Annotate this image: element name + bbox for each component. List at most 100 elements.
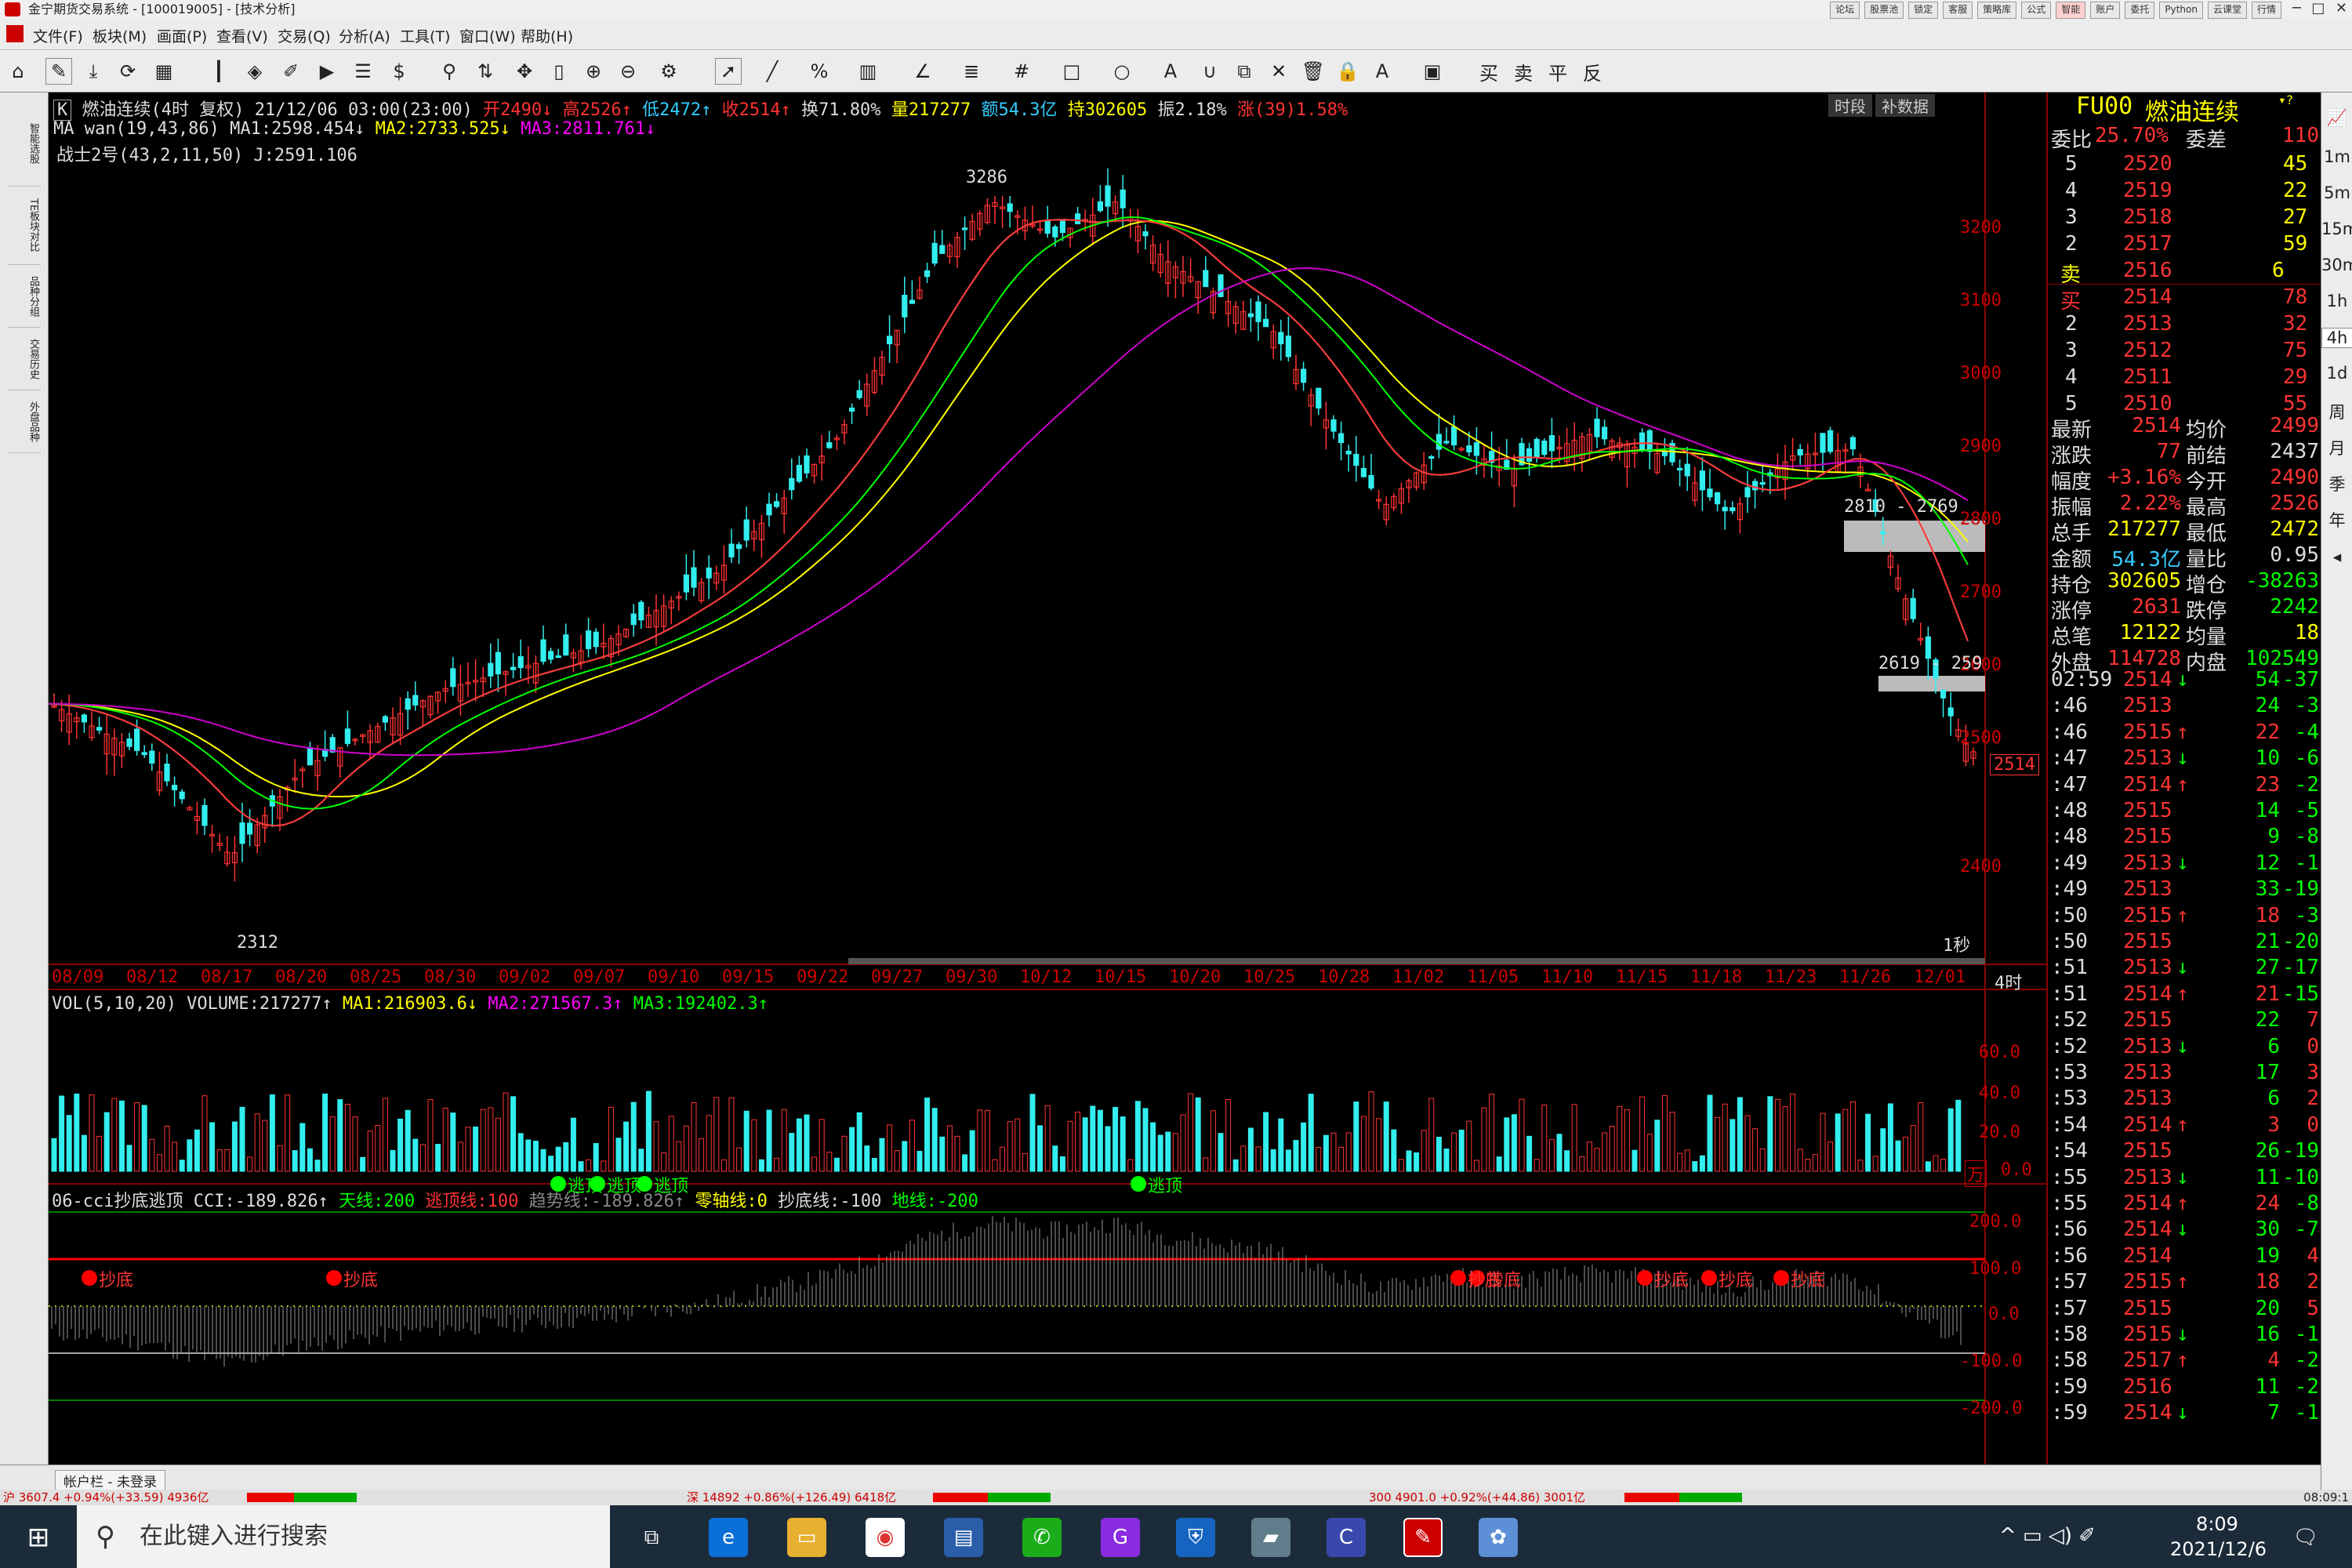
menu-app-icon[interactable] [6,25,24,42]
minimize-icon[interactable]: ─ [2292,0,2301,19]
reverse-icon[interactable]: 反 [1579,58,1606,85]
period-year[interactable]: 年 [2321,508,2352,532]
menu-view[interactable]: 查看(V) [216,25,268,46]
notes-app-icon[interactable]: ▰ [1251,1518,1290,1557]
menu-tools[interactable]: 工具(T) [400,25,450,46]
edge-icon[interactable]: e [709,1518,748,1557]
fib-icon[interactable]: ≣ [958,58,985,85]
bar-icon[interactable]: ▯ [546,58,572,85]
trash-icon[interactable]: 🗑 [1300,58,1327,85]
left-tab-smart-pick[interactable]: 智能选股 [8,100,41,187]
close-position-icon[interactable]: 平 [1544,58,1571,85]
strategy-button[interactable]: 策略库 [1977,2,2017,19]
line-tool-icon[interactable]: ╱ [759,58,786,85]
taskbar-clock[interactable]: 8:09 2021/12/6 [2170,1512,2267,1562]
zoom-in-icon[interactable]: ⊕ [580,58,607,85]
chart-area[interactable]: K 燃油连续(4时 复权) 21/12/06 03:00(23:00) 开249… [49,93,2046,1465]
classroom-button[interactable]: 云课堂 [2207,2,2247,19]
account-tab[interactable]: 帐户栏 - 未登录 [55,1470,165,1491]
pdf-app-icon[interactable]: G [1101,1518,1140,1557]
left-tab-foreign[interactable]: 外盘品种 [8,390,41,453]
smart-button[interactable]: 智能 [2056,2,2086,19]
menu-analysis[interactable]: 分析(A) [339,25,390,46]
windows-start-icon[interactable]: ⊞ [19,1518,58,1557]
browser-c-icon[interactable]: C [1327,1518,1366,1557]
chrome-icon[interactable]: ◉ [866,1518,905,1557]
collapse-icon[interactable]: ◂ [2321,547,2352,566]
maximize-icon[interactable]: □ [2311,0,2325,19]
quote-menu-icon[interactable]: ▾? [2278,93,2293,107]
order-button[interactable]: 委托 [2125,2,2155,19]
circle-icon[interactable]: ○ [1109,58,1135,85]
forum-button[interactable]: 论坛 [1830,2,1860,19]
stock-pool-button[interactable]: 股票池 [1864,2,1904,19]
settings-icon[interactable]: ⚙ [655,58,682,85]
ruler-icon[interactable]: ▥ [855,58,881,85]
notes-icon[interactable]: ☰ [350,58,376,85]
sell-icon[interactable]: 卖 [1510,58,1537,85]
service-button[interactable]: 客服 [1943,2,1973,19]
menu-trade[interactable]: 交易(Q) [278,25,331,46]
period-30m[interactable]: 30m [2321,256,2352,274]
ask-row[interactable]: 4 2519 22 [2048,179,2322,204]
time-segment-tab[interactable]: 时段 [1828,94,1872,117]
alert-icon[interactable]: ◈ [241,58,268,85]
save-icon[interactable]: ▣ [1419,58,1446,85]
fill-data-tab[interactable]: 补数据 [1875,94,1935,117]
menu-window[interactable]: 窗口(W) [459,25,516,46]
close-icon[interactable]: ✕ [2336,0,2347,19]
period-month[interactable]: 月 [2321,436,2352,459]
chart-compare-icon[interactable]: ⇅ [472,58,499,85]
period-4h[interactable]: 4h [2321,328,2352,348]
period-1d[interactable]: 1d [2321,364,2352,383]
filter-icon[interactable]: ⚲ [436,58,463,85]
hash-icon[interactable]: # [1008,58,1035,85]
period-week[interactable]: 周 [2321,400,2352,423]
market-button[interactable]: 行情 [2251,2,2281,19]
python-button[interactable]: Python [2159,2,2203,19]
line-chart-icon[interactable]: 📈 [2321,108,2352,128]
menu-sector[interactable]: 板块(M) [93,25,147,46]
dollar-icon[interactable]: $ [386,58,412,85]
period-15m[interactable]: 15m [2321,220,2352,238]
menu-file[interactable]: 文件(F) [33,25,83,46]
period-quarter[interactable]: 季 [2321,472,2352,495]
paint-icon[interactable]: ✿ [1479,1518,1518,1557]
tray-icons[interactable]: ^ ▭ ◁) ✐ [1999,1524,2096,1548]
copy-icon[interactable]: ⧉ [1231,58,1258,85]
move-icon[interactable]: ✥ [511,58,538,85]
magnet-icon[interactable]: ∪ [1196,58,1223,85]
grid-layout-icon[interactable]: ▦ [151,58,177,85]
chart-type-badge[interactable]: K [53,100,72,121]
ask-row[interactable]: 5 2520 45 [2048,152,2322,177]
ask-row[interactable]: 2 2517 59 [2048,232,2322,257]
rectangle-icon[interactable]: □ [1058,58,1085,85]
menu-view-frame[interactable]: 画面(P) [157,25,207,46]
refresh-icon[interactable]: ⟳ [114,58,141,85]
ask-row[interactable]: 3 2518 27 [2048,205,2322,230]
period-5m[interactable]: 5m [2321,183,2352,202]
cursor-icon[interactable]: ➚ [715,58,742,85]
taskbar-search-box[interactable]: ⚲ 在此键入进行搜索 [77,1505,610,1568]
bid-row[interactable]: 3 2512 75 [2048,339,2322,364]
lock-icon[interactable]: 🔒 [1334,58,1361,85]
percent-icon[interactable]: % [806,58,833,85]
download-icon[interactable]: ⤓ [80,58,107,85]
play-icon[interactable]: ▶ [314,58,340,85]
ask-row[interactable]: 卖 2516 6 [2048,259,2322,287]
notification-icon[interactable]: 🗨 [2286,1518,2325,1557]
menu-help[interactable]: 帮助(H) [521,25,573,46]
chart-canvas[interactable] [49,93,2046,1465]
edit-icon[interactable]: ✐ [278,58,304,85]
zoom-out-icon[interactable]: ⊖ [615,58,641,85]
task-view-icon[interactable]: ⧉ [632,1518,671,1557]
formula-button[interactable]: 公式 [2021,2,2052,19]
text-tool-icon[interactable]: A [1157,58,1184,85]
file-explorer-icon[interactable]: ▭ [787,1518,826,1557]
left-tab-group[interactable]: 品种分组 [8,265,41,328]
left-tab-sector-compare[interactable]: TE板块对比 [8,187,41,265]
period-1m[interactable]: 1m [2321,147,2352,166]
buy-icon[interactable]: 买 [1475,58,1502,85]
left-tab-history[interactable]: 交易历史 [8,328,41,390]
lock-button[interactable]: 锁定 [1908,2,1939,19]
